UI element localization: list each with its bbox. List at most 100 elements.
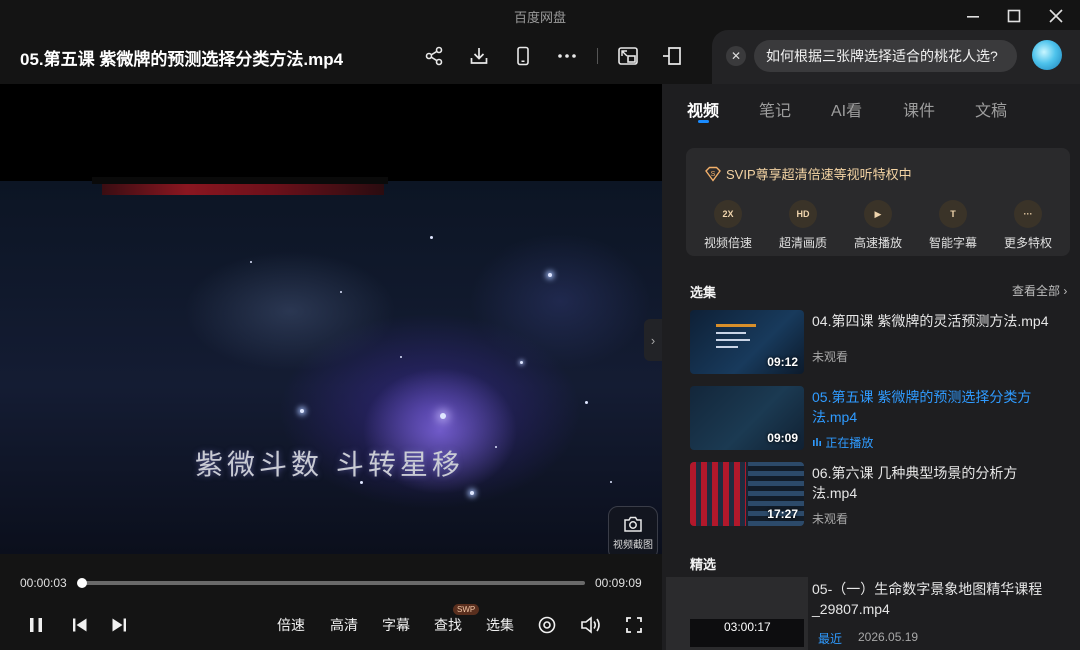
previous-icon: [73, 618, 87, 632]
progress-knob[interactable]: [77, 578, 87, 588]
ai-question-chip[interactable]: 如何根据三张牌选择适合的桃花人选?: [754, 40, 1017, 72]
next-button[interactable]: [108, 614, 130, 636]
search-badge: SWP: [453, 604, 480, 615]
perk-smart-subtitle[interactable]: T 智能字幕: [918, 200, 988, 251]
player-controls: 00:00:03 00:09:09 倍速 高清 字幕 SWP 查找 选集: [0, 554, 662, 650]
now-playing-icon: [813, 438, 821, 446]
maximize-icon: [1007, 9, 1021, 23]
expand-panel-button[interactable]: ›: [644, 319, 662, 361]
episode-thumbnail: 17:27: [690, 462, 804, 526]
video-file-title: 05.第五课 紫微牌的预测选择分类方法.mp4: [20, 50, 344, 69]
picture-in-picture-button[interactable]: [614, 42, 642, 70]
close-window-button[interactable]: [1041, 4, 1071, 28]
app-name: 百度网盘: [513, 10, 566, 25]
perk-hd[interactable]: HD 超清画质: [768, 200, 838, 251]
collapse-icon: [663, 47, 681, 65]
perk-fast-play[interactable]: ▶ 高速播放: [843, 200, 913, 251]
collapse-panel-button[interactable]: [658, 42, 686, 70]
video-caption: 紫微斗数 斗转星移: [195, 448, 464, 481]
episode-duration: 09:12: [767, 355, 798, 369]
perk-label: 更多特权: [1003, 236, 1052, 250]
episode-status: 未观看: [812, 350, 849, 364]
perk-more[interactable]: ··· 更多特权: [993, 200, 1063, 251]
maximize-button[interactable]: [999, 4, 1029, 28]
svip-header[interactable]: S SVIP尊享超清倍速等视听特权中: [704, 164, 912, 183]
minimize-button[interactable]: [958, 4, 988, 28]
play-on-phone-button[interactable]: [509, 42, 537, 70]
see-all-label: 查看全部: [1012, 284, 1061, 298]
featured-thumbnail: 03:00:17: [666, 577, 808, 650]
perk-label: 超清画质: [778, 236, 827, 250]
progress-fill: [77, 578, 87, 588]
total-time: 00:09:09: [595, 576, 642, 590]
pause-icon: [30, 618, 42, 632]
toolbar-divider: [597, 48, 598, 64]
volume-button[interactable]: [580, 614, 602, 636]
progress-bar[interactable]: [77, 578, 585, 588]
next-icon: [112, 618, 126, 632]
subtitle-button[interactable]: 字幕: [382, 615, 410, 635]
pause-button[interactable]: [25, 614, 47, 636]
perk-speed[interactable]: 2X 视频倍速: [693, 200, 763, 251]
svip-card: S SVIP尊享超清倍速等视听特权中 2X 视频倍速 HD 超清画质 ▶ 高速播…: [686, 148, 1070, 256]
more-button[interactable]: [553, 42, 581, 70]
chevron-right-icon: ›: [1063, 284, 1068, 298]
featured-title: 05-（一）生命数字景象地图精华课程_29807.mp4: [812, 581, 1043, 617]
episode-item-playing[interactable]: 09:09 05.第五课 紫微牌的预测选择分类方法.mp4 正在播放: [690, 386, 1070, 452]
tab-video[interactable]: 视频: [687, 97, 719, 121]
settings-icon: [538, 616, 556, 634]
perk-label: 视频倍速: [703, 236, 752, 250]
tab-ai-watch[interactable]: AI看: [831, 97, 862, 121]
close-icon: [1049, 9, 1063, 23]
settings-button[interactable]: [536, 614, 558, 636]
more-icon: [558, 54, 576, 58]
episode-duration: 09:09: [767, 431, 798, 445]
download-button[interactable]: [465, 42, 493, 70]
current-time: 00:00:03: [20, 576, 67, 590]
see-all-link[interactable]: 查看全部 ›: [1012, 282, 1067, 299]
episode-title: 05.第五课 紫微牌的预测选择分类方法.mp4: [812, 389, 1032, 425]
active-tab-indicator: [698, 120, 709, 123]
perk-label: 高速播放: [853, 236, 902, 250]
episode-thumbnail: 09:09: [690, 386, 804, 450]
video-player[interactable]: 紫微斗数 斗转星移 › 视频截图: [0, 84, 662, 554]
episode-item[interactable]: 09:12 04.第四课 紫微牌的灵活预测方法.mp4 未观看: [690, 310, 1070, 376]
tab-transcript[interactable]: 文稿: [975, 97, 1007, 121]
speed-button[interactable]: 倍速: [277, 615, 305, 635]
close-icon: ✕: [730, 49, 742, 63]
video-top-band: [92, 177, 388, 184]
episode-title: 06.第六课 几种典型场景的分析方法.mp4: [812, 465, 1018, 501]
minimize-icon: [967, 16, 979, 18]
perk-label: 智能字幕: [928, 236, 977, 250]
episode-item[interactable]: 17:27 06.第六课 几种典型场景的分析方法.mp4 未观看: [690, 462, 1070, 528]
fullscreen-button[interactable]: [623, 614, 645, 636]
phone-icon: [517, 46, 529, 66]
svip-diamond-icon: S: [704, 166, 722, 182]
search-button[interactable]: 查找: [434, 615, 462, 635]
episode-status: 正在播放: [812, 434, 873, 451]
pip-icon: [618, 47, 638, 65]
featured-tag: 最近: [818, 632, 843, 646]
ai-question-bar: ✕ 如何根据三张牌选择适合的桃花人选?: [712, 30, 1080, 84]
previous-button[interactable]: [69, 614, 91, 636]
featured-section-title: 精选: [690, 557, 717, 572]
video-screenshot-button[interactable]: 视频截图: [608, 506, 658, 554]
episodes-button[interactable]: 选集: [486, 615, 514, 635]
ai-assistant-avatar[interactable]: [1032, 40, 1062, 70]
share-button[interactable]: [420, 42, 448, 70]
episodes-section-title: 选集: [690, 285, 717, 300]
fullscreen-icon: [626, 617, 642, 633]
volume-icon: [581, 616, 600, 634]
title-bar: 百度网盘 05.第五课 紫微牌的预测选择分类方法.mp4 ✕ 如何根据三张牌选择…: [0, 0, 1080, 84]
quality-button[interactable]: 高清: [330, 615, 358, 635]
episode-status: 未观看: [812, 512, 849, 526]
chevron-right-icon: ›: [650, 332, 656, 348]
video-frame: 紫微斗数 斗转星移: [0, 181, 662, 554]
close-question-button[interactable]: ✕: [726, 46, 746, 66]
subtitle-icon: T: [939, 200, 967, 228]
tab-notes[interactable]: 笔记: [759, 97, 791, 121]
speed-icon: 2X: [714, 200, 742, 228]
tab-courseware[interactable]: 课件: [903, 97, 935, 121]
screenshot-label: 视频截图: [613, 540, 653, 551]
featured-item[interactable]: 03:00:17 05-（一）生命数字景象地图精华课程_29807.mp4 最近…: [666, 577, 1070, 650]
